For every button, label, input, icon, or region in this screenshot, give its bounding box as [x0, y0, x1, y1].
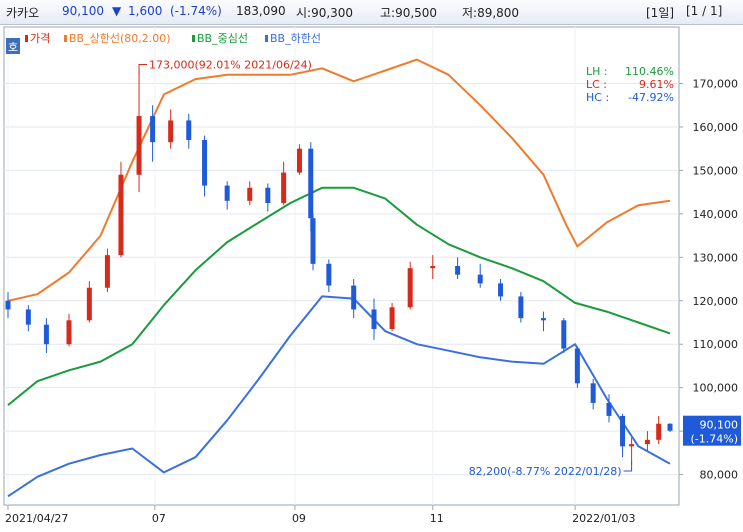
volume: 183,090: [236, 4, 286, 18]
candle: [430, 266, 436, 269]
x-axis: 2021/04/27 07 09 11 2022/01/03: [5, 505, 636, 525]
chart-area: 173,000(92.01% 2021/06/24) 82,200(-8.77% …: [0, 25, 743, 528]
y-tick-label: 140,000: [693, 208, 739, 221]
candle: [518, 296, 524, 319]
current-price: 90,100: [62, 4, 104, 18]
candle: [247, 187, 253, 201]
candle: [389, 307, 395, 330]
candle: [5, 300, 11, 310]
candle: [25, 309, 31, 325]
candle: [224, 185, 230, 201]
candle: [310, 218, 316, 264]
legend-item-upper[interactable]: BB_상한선(80,2.00): [69, 32, 171, 45]
current-price-box: 90,100 (-1.74%): [683, 415, 741, 446]
candle: [540, 318, 546, 321]
candle: [281, 172, 287, 203]
candle: [296, 148, 302, 173]
candle: [590, 383, 596, 403]
candle: [407, 268, 413, 308]
high-annotation: 173,000(92.01% 2021/06/24): [149, 58, 312, 71]
candle: [168, 120, 174, 143]
legend-item-middle[interactable]: BB_중심선: [197, 32, 248, 45]
y-tick-label: 100,000: [693, 382, 739, 395]
candle: [667, 423, 673, 431]
candle: [351, 285, 357, 310]
candle: [136, 116, 142, 175]
legend-swatch-price: [25, 35, 28, 42]
candle: [308, 148, 314, 219]
candle: [66, 320, 72, 345]
price-change-pct: (-1.74%): [170, 4, 222, 18]
stat-lc-label: LC :: [586, 78, 607, 91]
y-tick-label: 170,000: [693, 77, 739, 90]
candle: [371, 309, 377, 330]
price-change: 1,600: [128, 4, 163, 18]
candle: [86, 287, 92, 321]
price-chart: 173,000(92.01% 2021/06/24) 82,200(-8.77% …: [3, 26, 741, 525]
legend-item-lower[interactable]: BB_하한선: [270, 31, 321, 45]
stat-hc-label: HC :: [586, 91, 609, 104]
candle: [606, 402, 612, 416]
candle: [620, 415, 626, 447]
y-tick-label: 130,000: [693, 251, 739, 264]
candle: [561, 320, 567, 349]
legend-swatch-upper: [64, 35, 67, 42]
candle: [477, 274, 483, 284]
candle: [118, 174, 124, 256]
candle: [656, 423, 662, 440]
page-indicator[interactable]: [1 / 1]: [686, 4, 722, 18]
stat-hc-value: -47.92%: [628, 91, 674, 104]
open-price: 시:90,300: [296, 6, 354, 20]
low-annotation: 82,200(-8.77% 2022/01/28): [469, 465, 622, 478]
period-button[interactable]: [1일]: [646, 4, 674, 21]
legend-swatch-lower: [265, 35, 268, 42]
candle: [574, 348, 580, 384]
high-price: 고:90,500: [380, 6, 438, 20]
legend-tag[interactable]: 호: [8, 41, 18, 54]
y-tick-label: 120,000: [693, 295, 739, 308]
legend-item-price[interactable]: 가격: [30, 32, 50, 45]
candle: [43, 324, 49, 345]
current-price-label: 90,100: [700, 419, 739, 432]
x-tick-label: 2021/04/27: [5, 512, 68, 525]
x-tick-label: 2022/01/03: [572, 512, 635, 525]
candle: [498, 283, 504, 297]
candle: [150, 116, 156, 143]
x-tick-label: 07: [152, 512, 166, 525]
x-tick-label: 09: [292, 512, 306, 525]
candle: [326, 263, 332, 286]
y-tick-label: 110,000: [693, 338, 739, 351]
stat-lc-value: 9.61%: [639, 78, 674, 91]
candle: [265, 187, 271, 203]
y-tick-label: 150,000: [693, 164, 739, 177]
candle: [202, 139, 208, 186]
stock-name: 카카오: [6, 6, 40, 20]
stat-lh-value: 110.46%: [625, 65, 674, 78]
x-tick-label: 11: [430, 512, 444, 525]
candle: [186, 120, 192, 140]
y-tick-label: 80,000: [700, 469, 739, 482]
low-price: 저:89,800: [462, 6, 520, 20]
current-pct-label: (-1.74%): [691, 433, 739, 446]
candle: [644, 439, 650, 445]
candle: [629, 444, 635, 447]
stock-header: 카카오 90,100 ▼ 1,600 (-1.74%) 183,090 시:90…: [0, 0, 743, 25]
stat-lh-label: LH :: [586, 65, 608, 78]
y-tick-label: 160,000: [693, 121, 739, 134]
down-arrow-icon: ▼: [112, 4, 122, 18]
legend-swatch-middle: [192, 35, 195, 42]
candle: [455, 266, 461, 275]
candle: [104, 255, 110, 288]
